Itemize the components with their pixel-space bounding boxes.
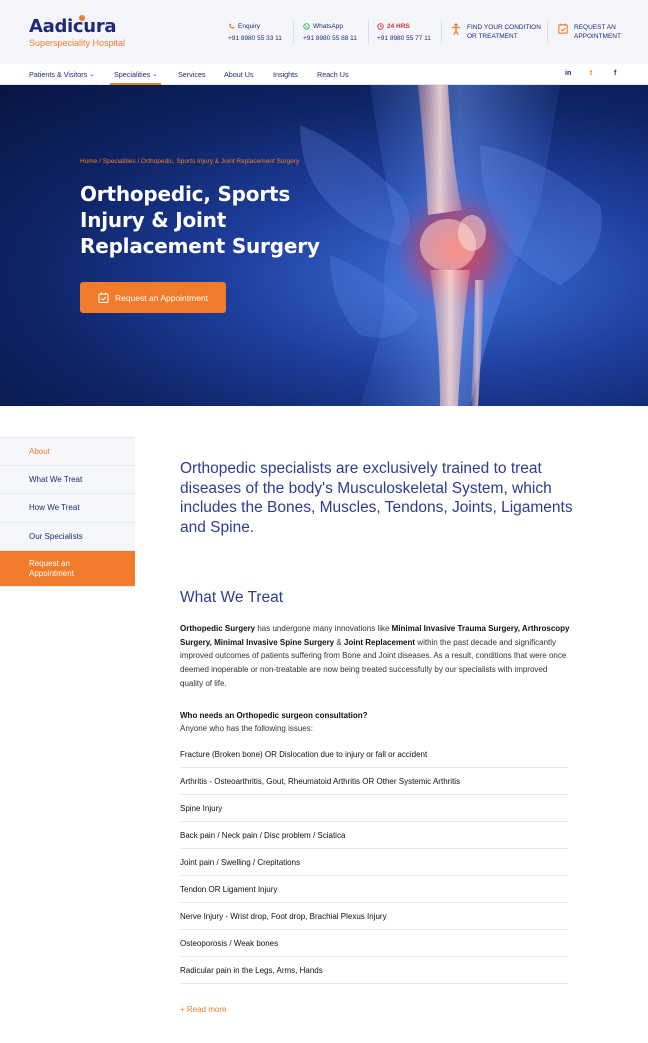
nav-label: Insights bbox=[273, 70, 298, 79]
sidebar-item-about[interactable]: About bbox=[0, 437, 135, 466]
nav-label: Patients & Visitors bbox=[29, 70, 88, 79]
calendar-icon bbox=[558, 23, 568, 34]
nav-item-patients-visitors[interactable]: Patients & Visitors ⌄ bbox=[29, 70, 94, 79]
list-item: Nerve Injury - Wrist drop, Foot drop, Br… bbox=[180, 903, 568, 930]
consultation-question: Who needs an Orthopedic surgeon consulta… bbox=[180, 711, 368, 720]
nav-item-about-us[interactable]: About Us bbox=[224, 70, 254, 79]
twitter-icon[interactable]: t bbox=[590, 70, 592, 77]
calendar-icon bbox=[98, 292, 109, 303]
sidebar-item-how-we-treat[interactable]: How We Treat bbox=[0, 494, 135, 523]
list-item: Fracture (Broken bone) OR Dislocation du… bbox=[180, 741, 568, 768]
chevron-down-icon: ⌄ bbox=[152, 72, 158, 78]
chevron-down-icon: ⌄ bbox=[89, 72, 95, 78]
bold-text: Joint Replacement bbox=[343, 637, 416, 647]
nav-item-insights[interactable]: Insights bbox=[273, 70, 298, 79]
list-item: Osteoporosis / Weak bones bbox=[180, 930, 568, 957]
phone-icon bbox=[229, 23, 235, 29]
contact-24hrs[interactable]: 24 HRS +91 8980 55 77 11 bbox=[377, 22, 431, 46]
logo-name: Aadicura bbox=[29, 16, 117, 37]
contact-whatsapp[interactable]: WhatsApp +91 8980 55 88 11 bbox=[303, 22, 357, 46]
contact-label: WhatsApp bbox=[313, 23, 343, 30]
cta-line2: OR TREATMENT bbox=[467, 33, 518, 40]
section-heading: What We Treat bbox=[180, 589, 284, 606]
nav-label: Specialities bbox=[114, 70, 151, 79]
contact-enquiry[interactable]: Enquiry +91 8980 55 33 11 bbox=[228, 22, 282, 46]
person-icon bbox=[452, 23, 460, 35]
text: & bbox=[334, 637, 344, 647]
contact-label: 24 HRS bbox=[387, 23, 410, 30]
nav-item-services[interactable]: Services bbox=[178, 70, 206, 79]
contact-number: +91 8980 55 77 11 bbox=[377, 35, 431, 42]
section-sidebar: About What We Treat How We Treat Our Spe… bbox=[0, 437, 135, 587]
logo-dot bbox=[79, 15, 85, 21]
request-appointment-button[interactable]: Request an Appointment bbox=[80, 282, 226, 313]
facebook-icon[interactable]: f bbox=[614, 70, 616, 77]
request-appointment-link[interactable]: REQUEST AN APPOINTMENT bbox=[558, 23, 621, 41]
contact-label: Enquiry bbox=[238, 23, 261, 30]
linkedin-icon[interactable]: in bbox=[565, 70, 571, 77]
page-title: Orthopedic, Sports Injury & Joint Replac… bbox=[80, 182, 320, 258]
button-label: Request an Appointment bbox=[114, 292, 209, 303]
nav-label: Services bbox=[178, 70, 206, 79]
list-item: Joint pain / Swelling / Crepitations bbox=[180, 849, 568, 876]
contact-number: +91 8980 55 88 11 bbox=[303, 35, 357, 42]
main-nav: Patients & Visitors ⌄ Specialities ⌄ Servi… bbox=[0, 64, 648, 85]
sidebar-item-request-appointment[interactable]: Request an Appointment bbox=[0, 551, 135, 587]
list-item: Arthritis - Osteoarthritis, Gout, Rheuma… bbox=[180, 768, 568, 795]
sidebar-item-what-we-treat[interactable]: What We Treat bbox=[0, 465, 135, 494]
section-paragraph: Orthopedic Surgery has undergone many in… bbox=[180, 622, 572, 691]
intro-lead: Orthopedic specialists are exclusively t… bbox=[180, 460, 573, 536]
find-condition-link[interactable]: FIND YOUR CONDITION OR TREATMENT bbox=[451, 23, 541, 41]
breadcrumb[interactable]: Home / Specialities / Orthopedic, Sports… bbox=[80, 158, 299, 165]
contact-number: +91 8980 55 33 11 bbox=[228, 35, 282, 42]
list-item: Back pain / Neck pain / Disc problem / S… bbox=[180, 822, 568, 849]
bold-text: Orthopedic Surgery bbox=[180, 624, 256, 633]
divider bbox=[547, 21, 548, 43]
nav-item-specialities[interactable]: Specialities ⌄ bbox=[109, 70, 162, 85]
nav-label: About Us bbox=[224, 70, 254, 79]
cta-line1: REQUEST AN bbox=[574, 24, 616, 31]
read-more-link[interactable]: + Read more bbox=[180, 1005, 226, 1014]
nav-item-reach-us[interactable]: Reach Us bbox=[317, 70, 349, 79]
top-header: Aadicura Superspeciality Hospital Enquir… bbox=[0, 0, 648, 64]
text: has undergone many innovations like bbox=[255, 624, 392, 633]
list-item: Spine Injury bbox=[180, 795, 568, 822]
nav-label: Reach Us bbox=[317, 70, 349, 79]
logo-subtitle: Superspeciality Hospital bbox=[29, 38, 126, 48]
cta-line2: APPOINTMENT bbox=[574, 33, 621, 40]
hero-banner: Home / Specialities / Orthopedic, Sports… bbox=[0, 85, 648, 406]
divider bbox=[368, 21, 369, 43]
divider bbox=[441, 21, 442, 43]
whatsapp-icon bbox=[303, 23, 310, 30]
divider bbox=[293, 21, 294, 43]
cta-line1: FIND YOUR CONDITION bbox=[467, 24, 541, 31]
clock-icon bbox=[377, 23, 384, 30]
sidebar-item-label: Request an Appointment bbox=[29, 558, 74, 578]
sidebar-item-our-specialists[interactable]: Our Specialists bbox=[0, 522, 135, 551]
list-item: Radicular pain in the Legs, Arms, Hands bbox=[180, 957, 568, 984]
logo[interactable]: Aadicura Superspeciality Hospital bbox=[29, 15, 126, 48]
issues-list: Fracture (Broken bone) OR Dislocation du… bbox=[180, 741, 568, 984]
consultation-subtext: Anyone who has the following issues: bbox=[180, 724, 313, 733]
list-item: Tendon OR Ligament Injury bbox=[180, 876, 568, 903]
